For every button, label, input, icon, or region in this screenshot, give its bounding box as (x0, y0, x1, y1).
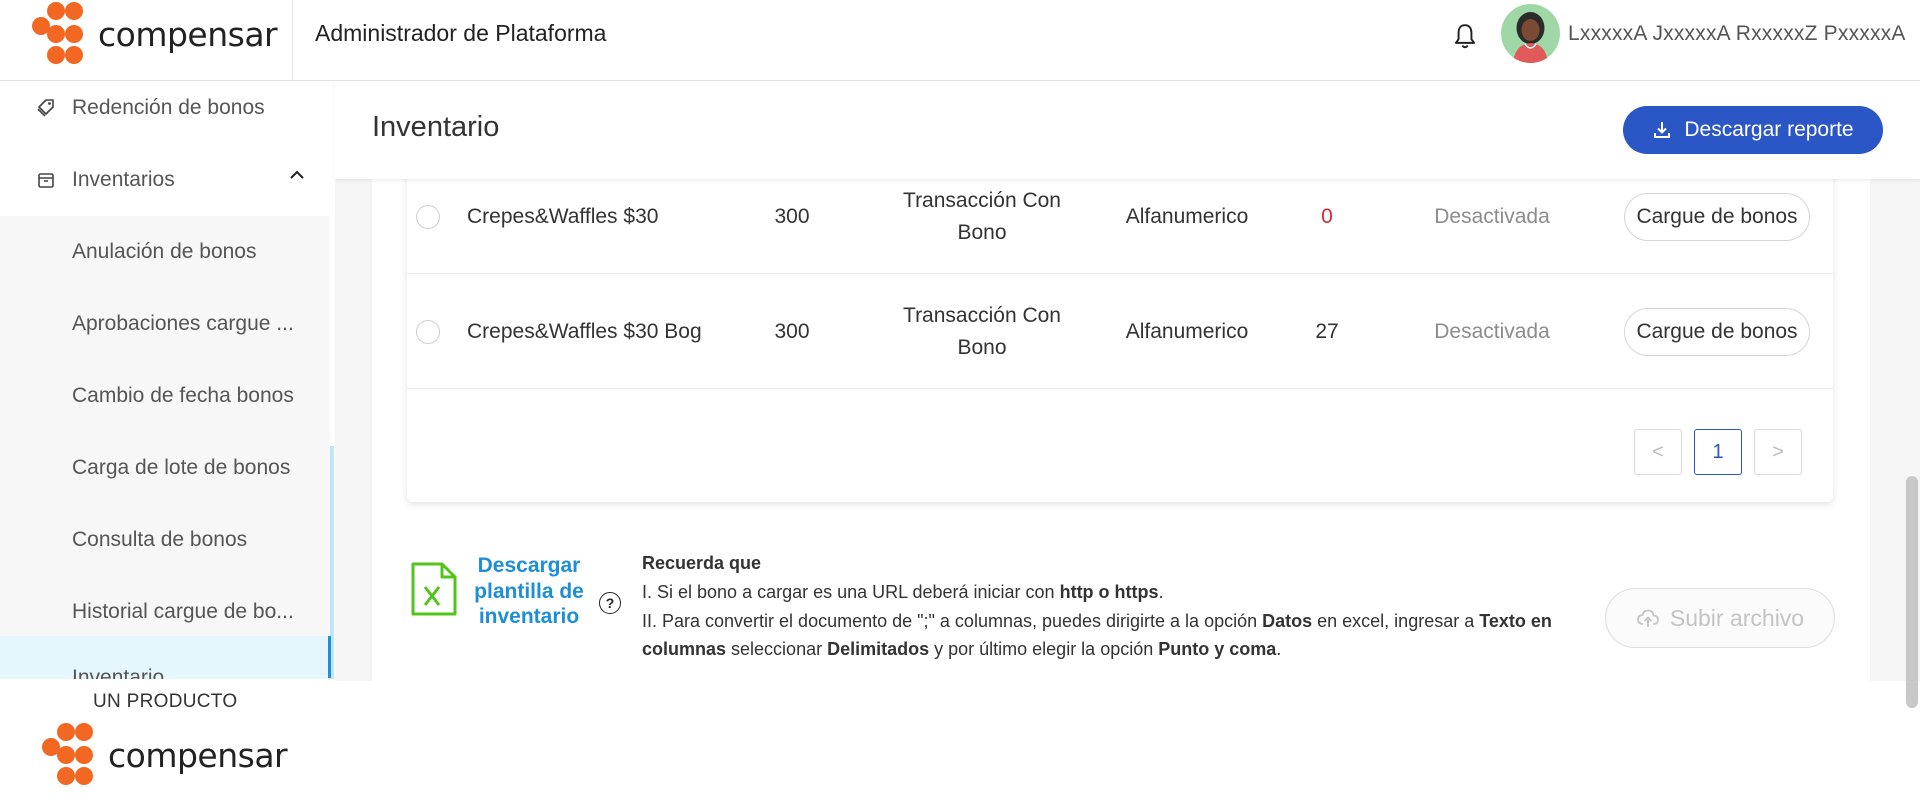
pagination-next-button[interactable]: > (1754, 429, 1802, 475)
compensar-logo[interactable]: compensar (32, 2, 278, 66)
bono-qty: 300 (774, 204, 810, 228)
table-row[interactable]: Crepes&Waffles $30 300 Transacción Con B… (407, 179, 1833, 274)
sidebar-footer: UN PRODUCTO compensar (0, 679, 335, 800)
sidebar-subitem-inventario[interactable]: Inventario (0, 636, 330, 679)
logo-wordmark: compensar (108, 735, 288, 775)
bono-code-type: Alfanumerico (1125, 204, 1249, 228)
sidebar-subitem-label: Cambio de fecha bonos (72, 384, 294, 407)
sidebar-item-label: Inventarios (72, 168, 175, 191)
sidebar-item-inventarios[interactable]: Inventarios (0, 144, 330, 216)
table-row[interactable]: Crepes&Waffles $30 Bog 300 Transacción C… (407, 274, 1833, 389)
download-report-label: Descargar reporte (1684, 118, 1854, 141)
main-area: Inventario Descargar reporte Crepes&Waff… (335, 81, 1920, 681)
sidebar-subitem-label: Consulta de bonos (72, 528, 248, 551)
user-name[interactable]: LxxxxxA JxxxxxA RxxxxxZ PxxxxxA (1568, 22, 1906, 46)
sidebar-subitem-label: Aprobaciones cargue ... (72, 312, 294, 335)
sidebar-subitem-carga-lote[interactable]: Carga de lote de bonos (0, 432, 330, 504)
box-icon (38, 173, 54, 188)
bono-type: Transacción Con Bono (903, 304, 1061, 359)
row-select-cell[interactable] (407, 179, 449, 274)
chevron-up-icon[interactable] (288, 166, 306, 184)
pagination-page-1[interactable]: 1 (1694, 429, 1742, 475)
download-icon (1654, 122, 1671, 138)
upload-file-label: Subir archivo (1669, 604, 1805, 631)
header-divider (292, 0, 293, 80)
row-radio[interactable] (416, 204, 440, 229)
inventory-table: Crepes&Waffles $30 300 Transacción Con B… (407, 179, 1833, 502)
sidebar-subitem-label: Anulación de bonos (72, 240, 257, 263)
logo-dots-icon (32, 2, 96, 66)
content-panel: Crepes&Waffles $30 300 Transacción Con B… (372, 179, 1870, 681)
bell-icon[interactable] (1452, 22, 1478, 52)
bono-name: Crepes&Waffles $30 (467, 204, 659, 228)
page-header: Inventario Descargar reporte (335, 81, 1920, 179)
footer-compensar-logo: compensar (42, 723, 288, 787)
platform-title: Administrador de Plataforma (315, 20, 607, 46)
bono-name: Crepes&Waffles $30 Bog (467, 319, 702, 343)
page-scrollbar[interactable] (1906, 476, 1918, 708)
cargue-bonos-button[interactable]: Cargue de bonos (1624, 192, 1810, 241)
sidebar-subitem-label: Carga de lote de bonos (72, 456, 291, 479)
avatar[interactable] (1501, 4, 1560, 63)
download-report-button[interactable]: Descargar reporte (1623, 106, 1883, 154)
sidebar-subitem-cambio-fecha[interactable]: Cambio de fecha bonos (0, 360, 330, 432)
note-url: I. Si el bono a cargar es una URL deberá… (642, 581, 1164, 602)
sidebar-subitem-label: Historial cargue de bo... (72, 600, 294, 623)
bono-type: Transacción Con Bono (903, 189, 1061, 244)
cloud-upload-icon (1636, 609, 1659, 627)
row-select-cell[interactable] (407, 274, 449, 389)
bono-available: 27 (1315, 319, 1339, 343)
page-title: Inventario (372, 111, 500, 143)
help-icon[interactable]: ? (599, 592, 621, 614)
upload-section: Descargar plantilla de inventario ? Recu… (372, 499, 1870, 681)
cargue-bonos-button[interactable]: Cargue de bonos (1624, 307, 1810, 356)
sidebar-subitem-aprobaciones[interactable]: Aprobaciones cargue ... (0, 288, 330, 360)
top-header: compensar Administrador de Plataforma Lx… (0, 0, 1920, 81)
sidebar-subitem-consulta[interactable]: Consulta de bonos (0, 504, 330, 576)
status-badge: Desactivada (1434, 319, 1550, 343)
cargue-cell: Cargue de bonos (1617, 179, 1817, 274)
sidebar-subitem-label: Inventario (72, 666, 165, 679)
tag-icon (37, 99, 54, 117)
download-template-link[interactable]: Descargar plantilla de inventario (466, 553, 592, 630)
sidebar-item-redencion[interactable]: Redención de bonos (0, 81, 330, 144)
bono-available: 0 (1321, 204, 1333, 228)
row-radio[interactable] (416, 319, 440, 344)
cargue-cell: Cargue de bonos (1617, 274, 1817, 389)
notes-title: Recuerda que (642, 553, 762, 573)
bono-qty: 300 (774, 319, 810, 343)
excel-file-icon[interactable] (410, 561, 458, 617)
logo-dots-icon (42, 723, 106, 787)
sidebar: Redención de bonos Inventarios Anulación… (0, 81, 335, 679)
note-columns: II. Para convertir el documento de ";" a… (642, 610, 1552, 660)
pagination-prev-button[interactable]: < (1634, 429, 1682, 475)
sidebar-active-indicator (328, 636, 331, 678)
upload-file-button[interactable]: Subir archivo (1605, 588, 1835, 648)
bono-code-type: Alfanumerico (1125, 319, 1249, 343)
status-badge: Desactivada (1434, 204, 1550, 228)
product-tagline: UN PRODUCTO (93, 691, 238, 712)
sidebar-subitem-anulacion[interactable]: Anulación de bonos (0, 216, 330, 288)
upload-notes: Recuerda que I. Si el bono a cargar es u… (642, 549, 1622, 664)
logo-wordmark: compensar (98, 14, 278, 54)
sidebar-item-label: Redención de bonos (72, 96, 265, 119)
